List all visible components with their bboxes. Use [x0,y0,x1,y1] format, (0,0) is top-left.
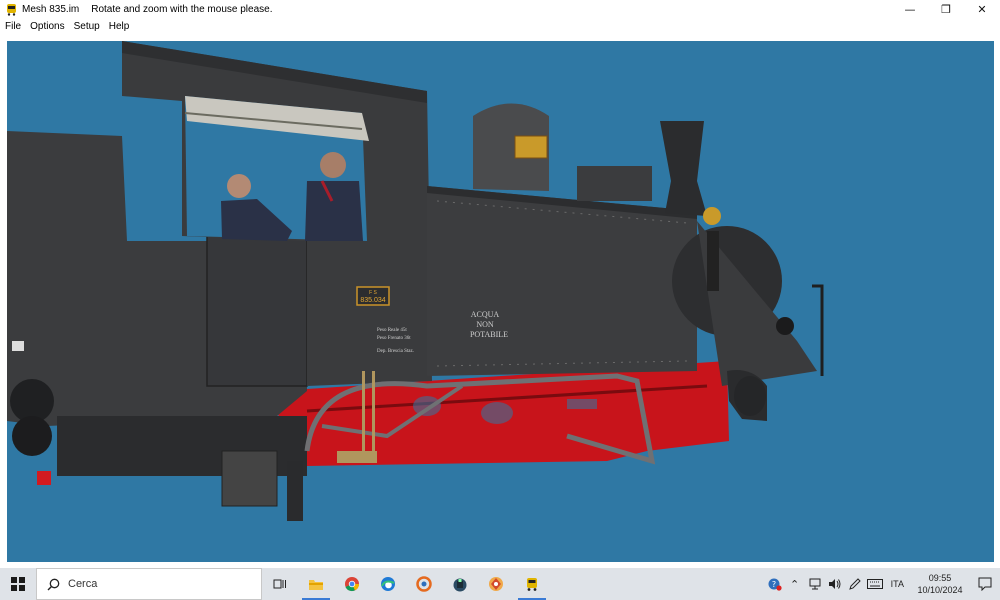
clock-time: 09:55 [928,573,952,583]
locomotive-render: F S 835.034 ACQUA NON POTABILE Peso Real… [7,41,824,521]
taskbar: Cerca ? ⌃ ITA 09:55 10/10/2024 [0,568,1000,600]
help-tray-button[interactable]: ? [765,568,785,600]
input-language[interactable]: ITA [885,579,910,589]
svg-text:?: ? [772,580,776,589]
task-view-icon [273,579,286,589]
plate-top: F S [369,290,377,296]
weight-text-1: Peso Reale 45t [377,328,407,333]
notification-icon [978,577,992,591]
app-button-1[interactable] [406,568,442,600]
window-controls: — ❐ ✕ [892,0,1000,18]
app-button-3[interactable] [478,568,514,600]
start-button[interactable] [0,568,36,600]
train-app-icon [4,2,18,16]
windows-icon [11,577,25,591]
menu-options[interactable]: Options [26,21,68,32]
menu-setup[interactable]: Setup [70,21,104,32]
close-button[interactable]: ✕ [964,0,1000,18]
notification-button[interactable] [970,577,1000,591]
app-icon-3 [489,577,503,591]
app-button-2[interactable] [442,568,478,600]
train-app-button[interactable] [514,568,550,600]
plate-number: 835.034 [360,297,385,304]
task-view-button[interactable] [262,568,298,600]
file-explorer-button[interactable] [298,568,334,600]
chimney [660,121,707,216]
edge-icon [381,577,395,591]
menu-help[interactable]: Help [105,21,134,32]
file-explorer-icon [309,580,323,590]
edge-button[interactable] [370,568,406,600]
restore-button[interactable]: ❐ [928,0,964,18]
chrome-icon [345,577,359,592]
system-tray: ? ⌃ ITA 09:55 10/10/2024 [765,568,1000,600]
help-alert-icon: ? [768,578,782,591]
weight-text-2: Peso Frenato 36t [377,336,411,341]
menu-file[interactable]: File [1,21,25,32]
app-icon-1 [416,576,432,592]
window-hint: Rotate and zoom with the mouse please. [91,3,273,15]
minimize-button[interactable]: — [892,0,928,18]
window-title: Mesh 835.im [22,3,80,15]
tank-text-3: POTABILE [470,330,508,339]
tank-text-2: NON [476,320,494,329]
clock-date: 10/10/2024 [917,585,963,595]
taskbar-clock[interactable]: 09:55 10/10/2024 [910,572,970,596]
tank-text-1: ACQUA [471,310,500,319]
network-icon[interactable] [805,568,825,600]
app-icon-2 [453,578,467,592]
menu-bar: File Options Setup Help [0,18,1000,35]
volume-icon[interactable] [825,568,845,600]
chrome-button[interactable] [334,568,370,600]
keyboard-icon[interactable] [865,568,885,600]
taskbar-search-box[interactable]: Cerca [36,568,262,600]
title-bar[interactable]: Mesh 835.im Rotate and zoom with the mou… [0,0,1000,18]
pen-icon[interactable] [845,568,865,600]
search-placeholder: Cerca [68,578,98,590]
weight-text-3: Dep. Brescia Staz. [377,349,414,354]
search-icon [47,578,60,590]
app-icon-train [527,578,537,591]
chevron-up-icon[interactable]: ⌃ [785,568,805,600]
3d-viewport[interactable]: F S 835.034 ACQUA NON POTABILE Peso Real… [7,41,994,562]
app-window: Mesh 835.im Rotate and zoom with the mou… [0,0,1000,568]
